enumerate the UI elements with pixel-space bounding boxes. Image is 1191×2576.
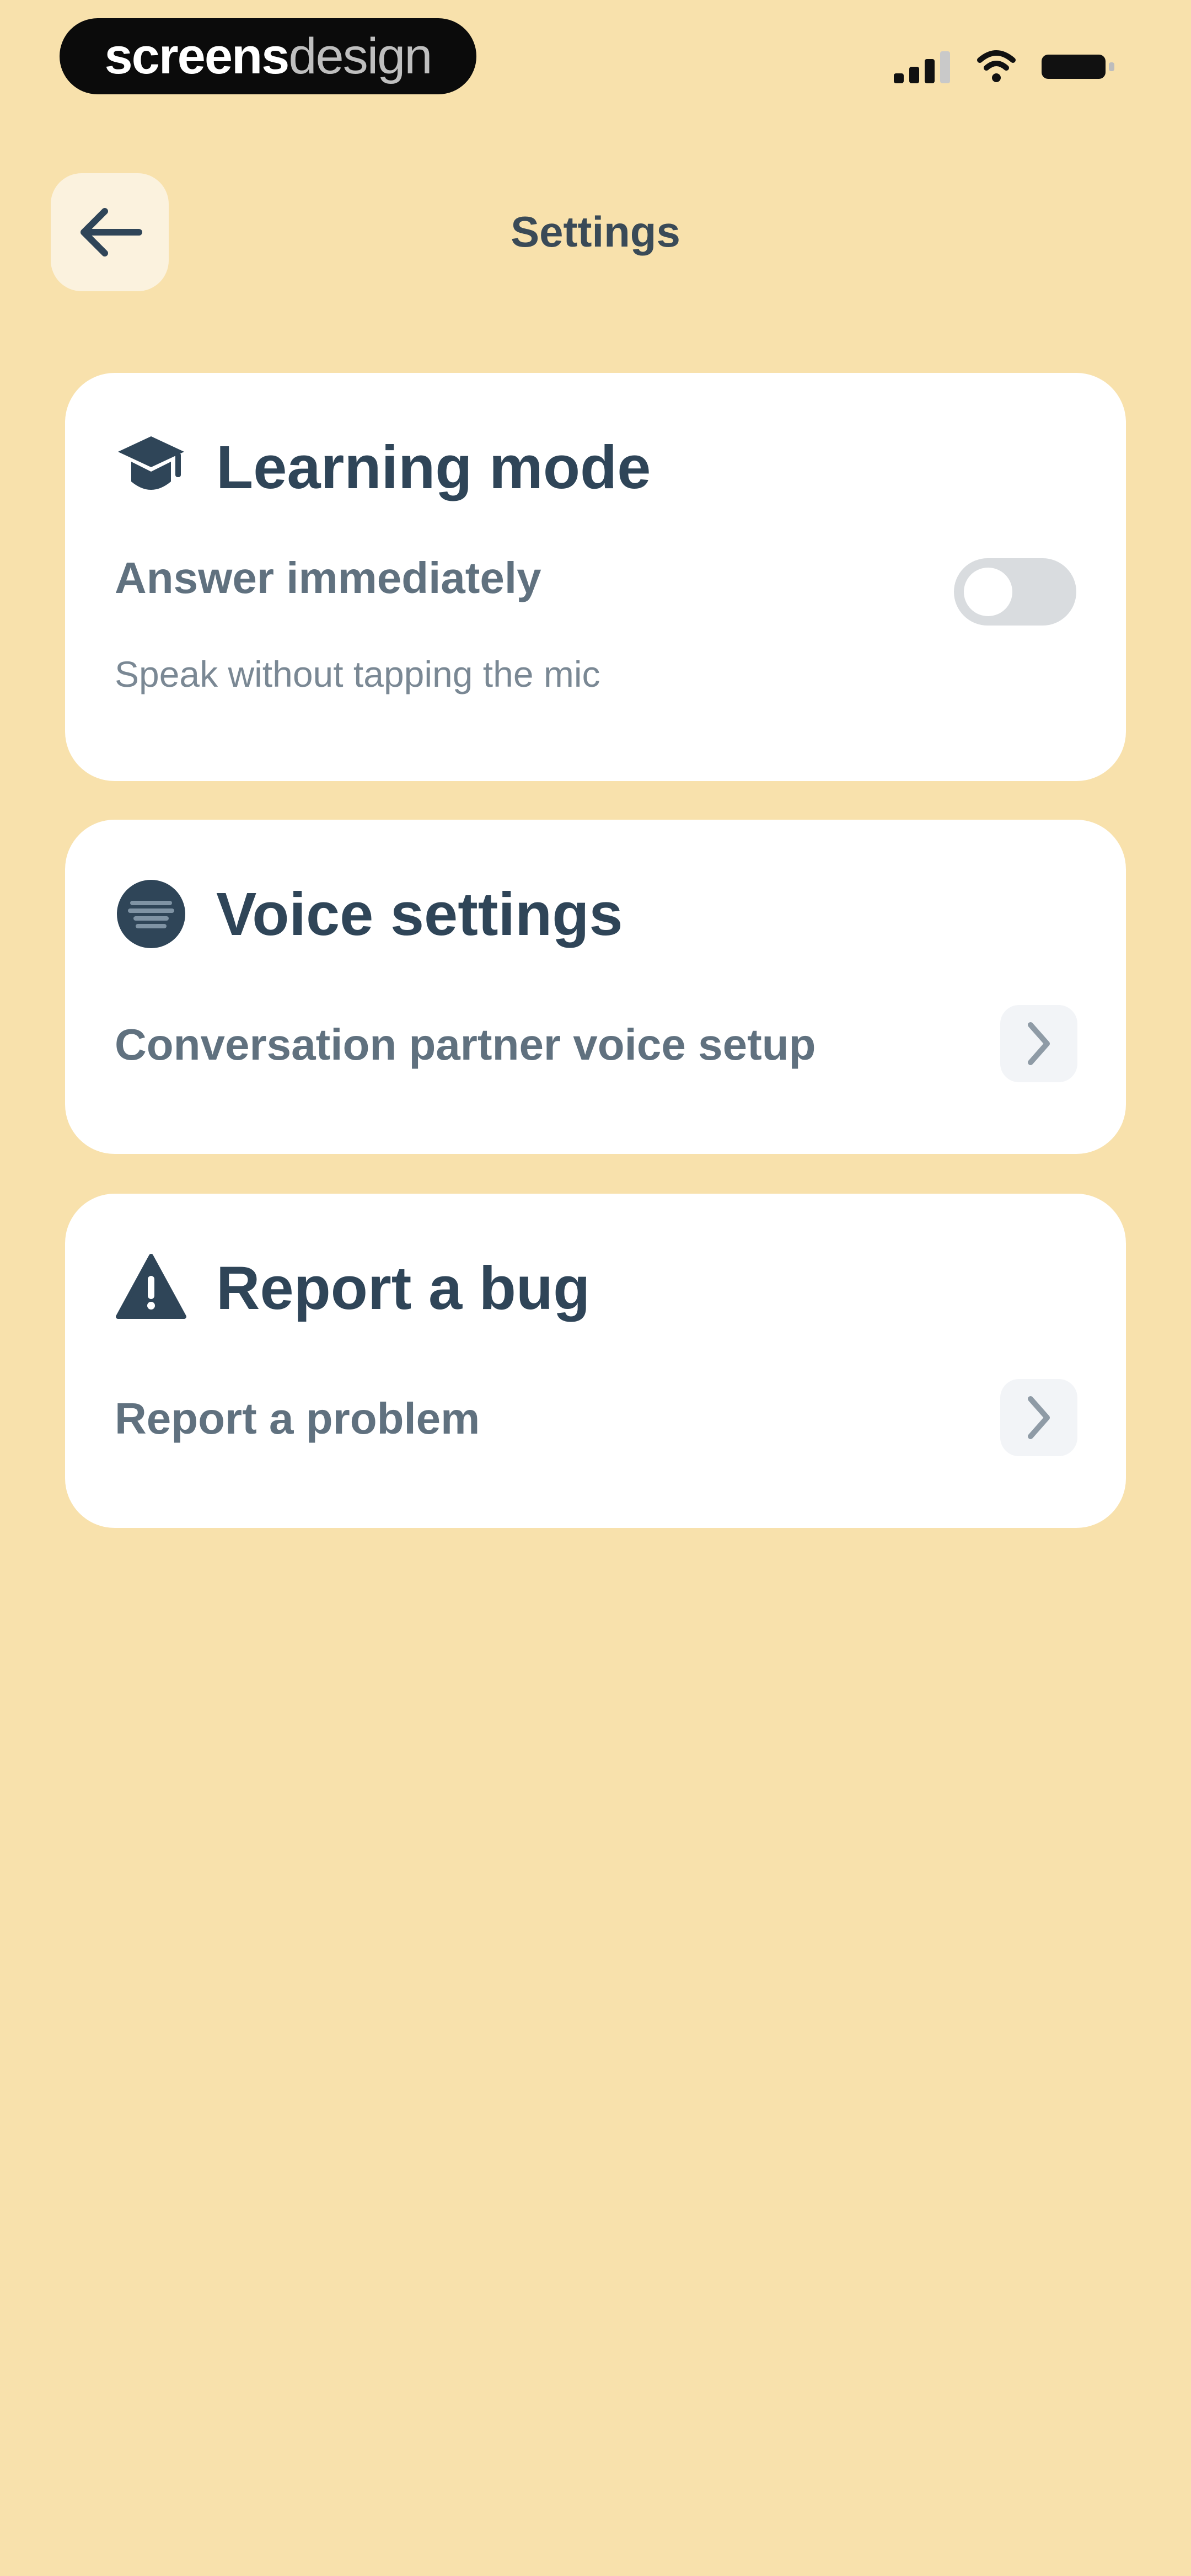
back-button[interactable] [51,173,169,291]
chevron-right-icon [1028,1396,1050,1439]
learning-mode-header: Learning mode [115,426,651,509]
signal-icon [894,51,950,83]
toggle-knob [964,568,1012,616]
report-bug-header: Report a bug [115,1247,590,1329]
brand-badge: screens design [60,18,476,94]
learning-mode-title: Learning mode [216,433,651,501]
wifi-icon [977,50,1016,82]
answer-immediately-toggle[interactable] [954,558,1076,626]
voice-icon [115,878,187,950]
report-problem-label[interactable]: Report a problem [115,1393,480,1444]
graduation-cap-icon [115,431,187,504]
report-bug-card: Report a bug Report a problem [65,1194,1126,1528]
voice-setup-label[interactable]: Conversation partner voice setup [115,1019,816,1070]
report-problem-button[interactable] [1000,1379,1077,1456]
answer-immediately-subtitle: Speak without tapping the mic [115,654,600,694]
answer-immediately-label: Answer immediately [115,553,541,602]
chevron-right-icon [1028,1022,1050,1065]
learning-mode-card: Learning mode Answer immediately Speak w… [65,373,1126,781]
page-title: Settings [511,207,680,256]
battery-icon [1042,55,1114,79]
status-bar: screens design [0,0,1191,116]
voice-settings-card: Voice settings Conversation partner voic… [65,820,1126,1154]
brand-secondary-text: design [288,28,432,84]
arrow-left-icon [81,208,142,256]
report-bug-title: Report a bug [216,1254,591,1322]
brand-primary-text: screens [104,28,290,84]
status-icons [893,47,1117,86]
voice-settings-header: Voice settings [115,873,623,955]
warning-icon [115,1252,187,1324]
voice-setup-button[interactable] [1000,1005,1077,1082]
header: Settings [0,165,1191,298]
voice-settings-title: Voice settings [216,880,623,948]
